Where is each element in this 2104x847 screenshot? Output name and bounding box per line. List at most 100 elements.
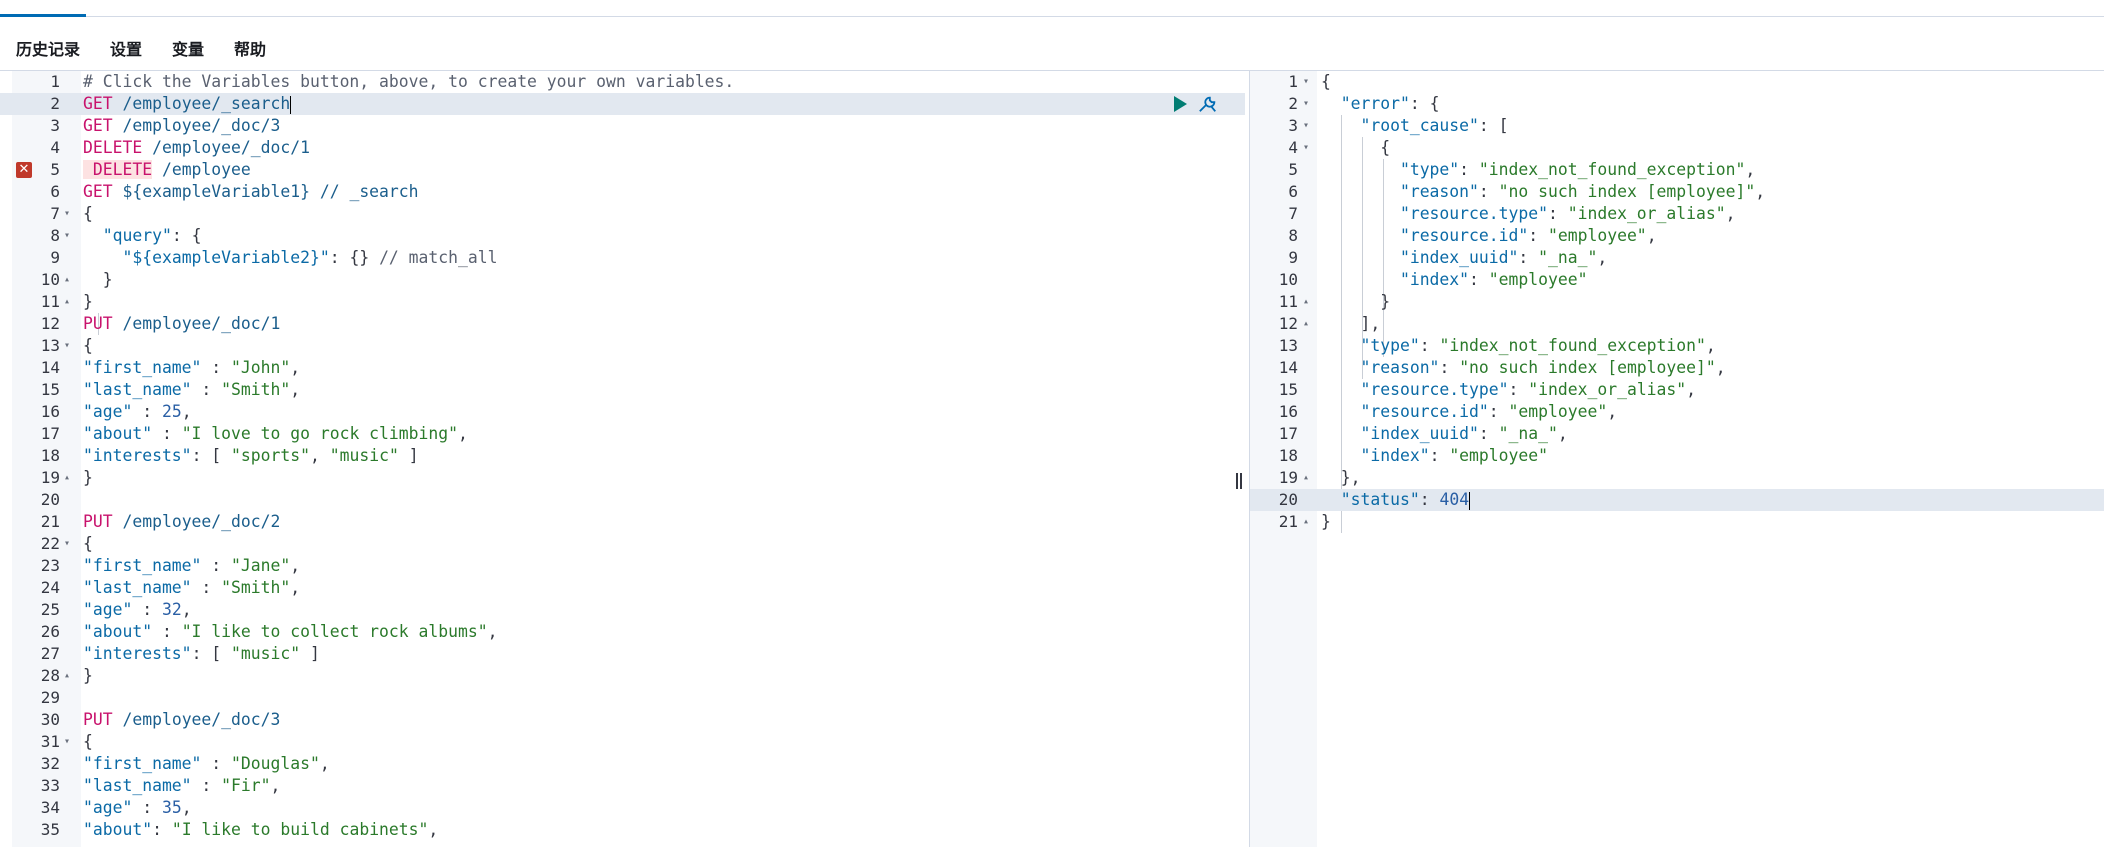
line-number: 34 xyxy=(40,798,60,817)
request-editor[interactable]: 1 # Click the Variables button, above, to… xyxy=(0,71,1245,847)
fold-close-icon[interactable]: ▴ xyxy=(1303,313,1309,335)
request-line[interactable]: 27 "interests": [ "music" ] xyxy=(0,643,1245,665)
code-text: "first_name" : "John", xyxy=(83,357,300,379)
request-line[interactable]: 18 "interests": [ "sports", "music" ] xyxy=(0,445,1245,467)
response-line: 9 "index_uuid": "_na_", xyxy=(1250,247,2104,269)
code-text: "index": "employee" xyxy=(1321,269,1588,291)
request-line[interactable]: 12 PUT /employee/_doc/1 xyxy=(0,313,1245,335)
code-text: "about": "I like to build cabinets", xyxy=(83,819,438,841)
request-line[interactable]: 32 "first_name" : "Douglas", xyxy=(0,753,1245,775)
response-line: 8 "resource.id": "employee", xyxy=(1250,225,2104,247)
token-key: "last_name" xyxy=(83,776,192,795)
request-line[interactable]: 16 "age" : 25, xyxy=(0,401,1245,423)
request-line[interactable]: 35 "about": "I like to build cabinets", xyxy=(0,819,1245,841)
request-line[interactable]: 30 PUT /employee/_doc/3 xyxy=(0,709,1245,731)
fold-open-icon[interactable]: ▾ xyxy=(64,335,70,357)
request-line[interactable]: 28 ▴} xyxy=(0,665,1245,687)
token-key: "last_name" xyxy=(83,380,192,399)
fold-open-icon[interactable]: ▾ xyxy=(1303,71,1309,93)
response-viewer[interactable]: 1 ▾ {2 ▾ "error": {3 ▾ "root_cause": [4 ▾ {5 … xyxy=(1249,71,2104,847)
fold-open-icon[interactable]: ▾ xyxy=(64,731,70,753)
fold-open-icon[interactable]: ▾ xyxy=(64,533,70,555)
settings-menu[interactable]: 设置 xyxy=(110,36,142,60)
fold-open-icon[interactable]: ▾ xyxy=(1303,137,1309,159)
wrench-icon[interactable] xyxy=(1197,94,1219,114)
code-text: GET /employee/_search xyxy=(83,93,292,115)
request-line[interactable]: 2 GET /employee/_search xyxy=(0,93,1245,115)
request-line[interactable]: 17 "about" : "I love to go rock climbing"… xyxy=(0,423,1245,445)
response-line: 2 ▾ "error": { xyxy=(1250,93,2104,115)
code-text: { xyxy=(83,335,93,357)
play-icon[interactable] xyxy=(1174,96,1187,112)
token-key: "reason" xyxy=(1360,358,1440,377)
request-line[interactable]: 29 xyxy=(0,687,1245,709)
token-punct xyxy=(1321,358,1360,377)
request-line[interactable]: 1 # Click the Variables button, above, to… xyxy=(0,71,1245,93)
code-text: "age" : 35, xyxy=(83,797,192,819)
request-line[interactable]: 14 "first_name" : "John", xyxy=(0,357,1245,379)
response-line: 18 "index": "employee" xyxy=(1250,445,2104,467)
fold-open-icon[interactable]: ▾ xyxy=(1303,93,1309,115)
code-text: "index": "employee" xyxy=(1321,445,1548,467)
request-line[interactable]: 31 ▾ { xyxy=(0,731,1245,753)
token-str: "_na_" xyxy=(1498,424,1558,443)
fold-close-icon[interactable]: ▴ xyxy=(1303,511,1309,533)
line-number: 3 xyxy=(50,116,60,135)
request-line[interactable]: 13 ▾ { xyxy=(0,335,1245,357)
request-line[interactable]: 20 xyxy=(0,489,1245,511)
fold-open-icon[interactable]: ▾ xyxy=(64,203,70,225)
request-line[interactable]: 26 "about" : "I like to collect rock albu… xyxy=(0,621,1245,643)
request-lines[interactable]: 1 # Click the Variables button, above, to… xyxy=(0,71,1245,841)
token-key: "interests" xyxy=(83,644,192,663)
token-punct: : xyxy=(191,776,222,795)
pane-splitter[interactable] xyxy=(1236,473,1244,493)
token-key: "age" xyxy=(83,798,133,817)
fold-open-icon[interactable]: ▾ xyxy=(1303,115,1309,137)
request-line[interactable]: 9 "${exampleVariable2}": {} // match_all xyxy=(0,247,1245,269)
fold-close-icon[interactable]: ▴ xyxy=(1303,291,1309,313)
request-line[interactable]: 7 ▾ { xyxy=(0,203,1245,225)
token-method: PUT xyxy=(83,512,113,531)
request-line[interactable]: 11 ▴} xyxy=(0,291,1245,313)
fold-close-icon[interactable]: ▴ xyxy=(64,467,70,489)
request-line[interactable]: 15 "last_name" : "Smith", xyxy=(0,379,1245,401)
request-line[interactable]: 8 ▾ "query": { xyxy=(0,225,1245,247)
fold-close-icon[interactable]: ▴ xyxy=(64,269,70,291)
response-line: 15 "resource.type": "index_or_alias", xyxy=(1250,379,2104,401)
request-line[interactable]: 23 "first_name" : "Jane", xyxy=(0,555,1245,577)
token-key: "query" xyxy=(102,226,172,245)
fold-close-icon[interactable]: ▴ xyxy=(1303,467,1309,489)
request-line[interactable]: 24 "last_name" : "Smith", xyxy=(0,577,1245,599)
token-str: "index_or_alias" xyxy=(1567,204,1726,223)
token-key: "first_name" xyxy=(83,754,202,773)
request-line[interactable]: 21 PUT /employee/_doc/2 xyxy=(0,511,1245,533)
variables-menu[interactable]: 变量 xyxy=(172,36,204,60)
fold-close-icon[interactable]: ▴ xyxy=(64,665,70,687)
token-str: "music" xyxy=(231,644,301,663)
token-punct: { xyxy=(83,534,93,553)
code-text: } xyxy=(83,665,93,687)
request-line[interactable]: 22 ▾ { xyxy=(0,533,1245,555)
request-line[interactable]: 4 DELETE /employee/_doc/1 xyxy=(0,137,1245,159)
token-punct: ] xyxy=(300,644,320,663)
request-line[interactable]: 34 "age" : 35, xyxy=(0,797,1245,819)
request-line[interactable]: 10 ▴ } xyxy=(0,269,1245,291)
token-key: "error" xyxy=(1340,94,1410,113)
request-line[interactable]: 6 GET ${exampleVariable1} // _search xyxy=(0,181,1245,203)
token-punct xyxy=(83,248,122,267)
request-line[interactable]: 25 "age" : 32, xyxy=(0,599,1245,621)
request-line[interactable]: 33 "last_name" : "Fir", xyxy=(0,775,1245,797)
fold-open-icon[interactable]: ▾ xyxy=(64,225,70,247)
request-line[interactable]: 19 ▴} xyxy=(0,467,1245,489)
fold-close-icon[interactable]: ▴ xyxy=(64,291,70,313)
code-text: ], xyxy=(1321,313,1380,335)
history-menu[interactable]: 历史记录 xyxy=(16,36,80,60)
token-punct: , xyxy=(1745,160,1756,179)
token-punct: : { xyxy=(1409,94,1440,113)
line-number: 1 xyxy=(1288,72,1298,91)
request-line[interactable]: ✕ 5 DELETE /employee xyxy=(0,159,1245,181)
token-key: "index" xyxy=(1360,446,1430,465)
line-number: 10 xyxy=(40,270,60,289)
help-menu[interactable]: 帮助 xyxy=(234,36,266,60)
request-line[interactable]: 3 GET /employee/_doc/3 xyxy=(0,115,1245,137)
